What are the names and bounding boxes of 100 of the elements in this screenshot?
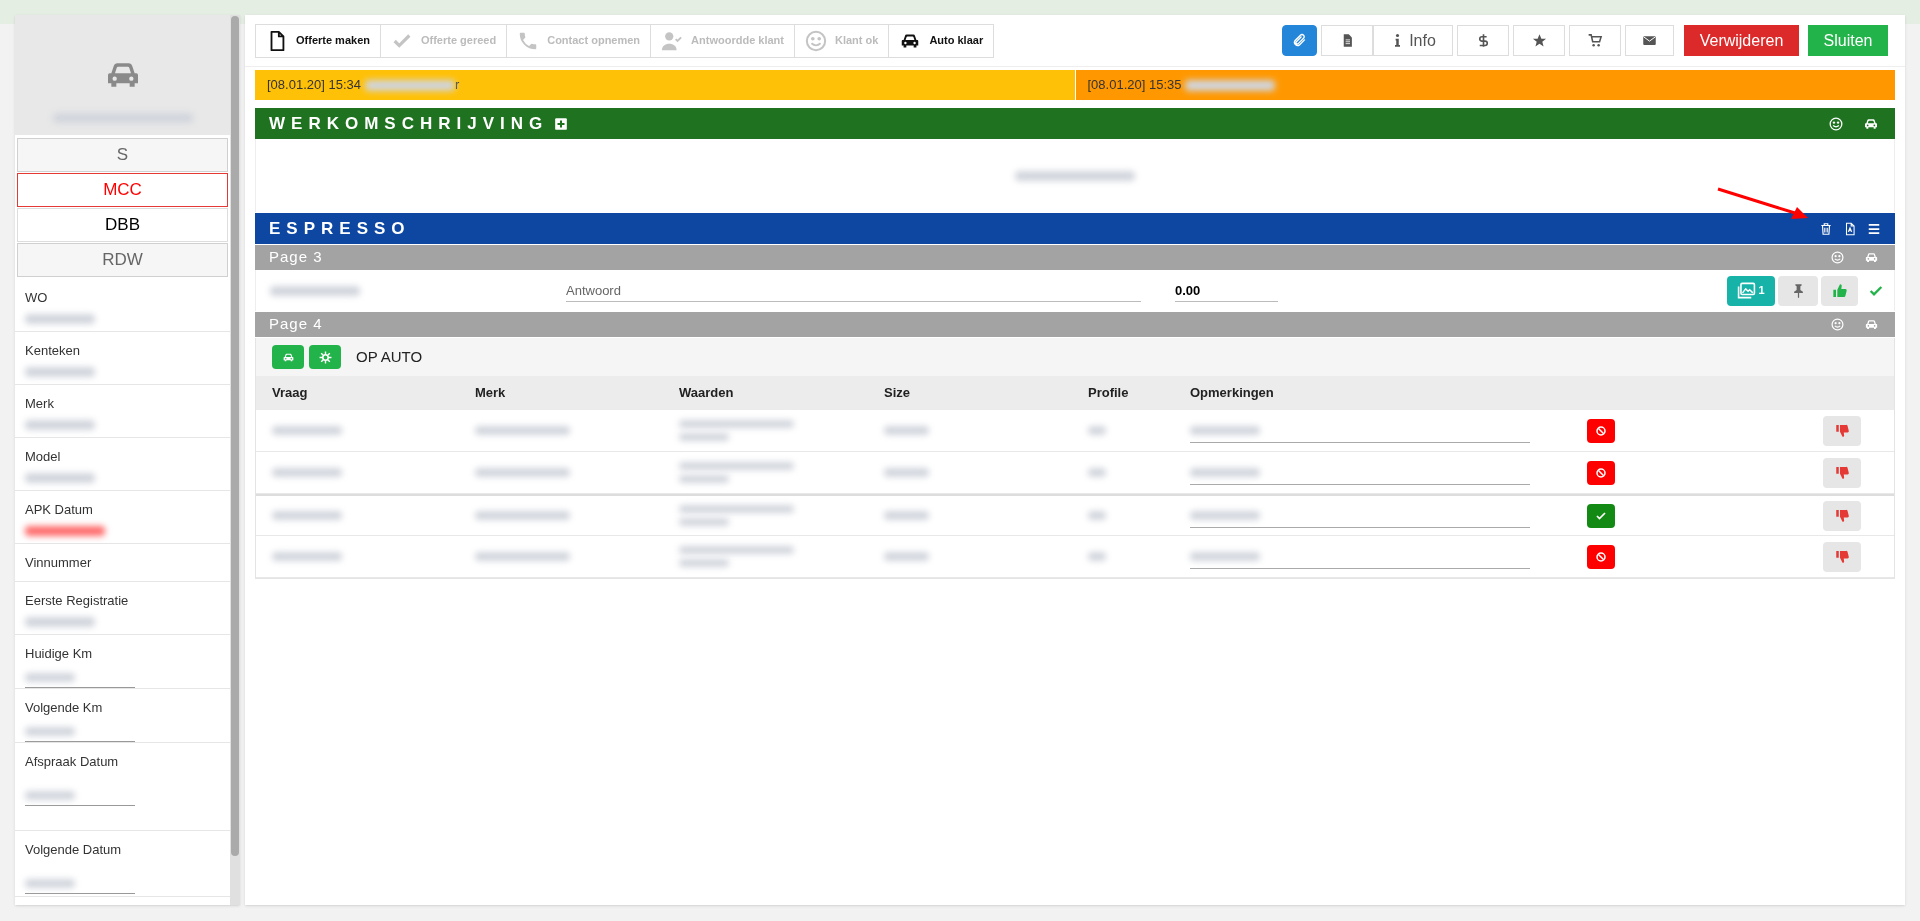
- sidebar-tab[interactable]: MCC: [17, 173, 228, 207]
- add-icon: [554, 116, 569, 131]
- sidebar-tab[interactable]: DBB: [17, 208, 228, 242]
- photos-button[interactable]: 1: [1727, 275, 1775, 306]
- blurred-text: [25, 313, 95, 324]
- status-button[interactable]: [1587, 418, 1615, 443]
- menu-icon: [1867, 221, 1881, 236]
- timestamp: [08.01.20] 15:35: [1087, 76, 1182, 95]
- blurred-text: [679, 433, 729, 441]
- status-button[interactable]: [1587, 460, 1615, 485]
- star-icon: [1531, 33, 1547, 48]
- price-button[interactable]: [1457, 25, 1509, 56]
- ban-icon: [1595, 466, 1607, 479]
- blurred-text: [884, 426, 929, 435]
- blurred-text: [25, 790, 75, 800]
- blurred-text: [1190, 467, 1260, 477]
- thumbs-down-icon: [1834, 508, 1850, 523]
- section-title: WERKOMSCHRIJVING: [269, 112, 549, 135]
- progress-step[interactable]: Auto klaar: [888, 24, 994, 57]
- blurred-text: [25, 726, 75, 736]
- mail-button[interactable]: [1625, 25, 1674, 56]
- close-button[interactable]: Sluiten: [1808, 25, 1888, 56]
- blurred-text: [1088, 426, 1106, 435]
- reject-button[interactable]: [1823, 415, 1861, 446]
- thumbs-down-icon: [1834, 549, 1850, 564]
- section-title: Page 3: [269, 247, 323, 268]
- blurred-text: [272, 552, 342, 561]
- smiley-icon: [1831, 251, 1844, 264]
- answer-field[interactable]: Antwoord: [566, 279, 1141, 302]
- cart-icon: [1587, 33, 1603, 48]
- blurred-text: [884, 552, 929, 561]
- blurred-text: [25, 616, 95, 627]
- vehicle-button[interactable]: [272, 345, 304, 369]
- field-label: Volgende Datum: [25, 841, 123, 859]
- status-button[interactable]: [1587, 503, 1615, 528]
- blurred-text: [679, 475, 729, 483]
- blurred-text: [25, 878, 75, 888]
- field-label: WO: [25, 289, 49, 307]
- field-label: Eerste Registratie: [25, 592, 130, 610]
- group-title: OP AUTO: [356, 346, 423, 367]
- timestamp: [08.01.20] 15:34: [267, 76, 361, 95]
- cart-button[interactable]: [1569, 25, 1621, 56]
- thumbs-up-icon: [1831, 282, 1848, 299]
- field-label: Kenteken: [25, 342, 81, 360]
- section-title: ESPRESSO: [269, 217, 411, 240]
- reject-button[interactable]: [1823, 500, 1861, 531]
- status-button[interactable]: [1587, 544, 1615, 569]
- field-label: APK Datum: [25, 501, 94, 519]
- blurred-text: [1088, 511, 1106, 520]
- ban-icon: [1595, 424, 1607, 437]
- car-icon: [1864, 317, 1879, 332]
- pdf-file-icon: [1843, 221, 1857, 236]
- smiley-icon: [805, 29, 827, 52]
- column-header: Vraag: [272, 384, 309, 403]
- thumbs-down-icon: [1834, 465, 1850, 480]
- blurred-text: [25, 472, 95, 483]
- blurred-text: [25, 419, 95, 430]
- blurred-text: [679, 518, 729, 526]
- blurred-text: [25, 672, 75, 682]
- blurred-text: [884, 511, 929, 520]
- document-button[interactable]: [1321, 25, 1373, 56]
- column-header: Size: [884, 384, 911, 403]
- trash-icon: [1819, 221, 1833, 236]
- column-header: Opmerkingen: [1190, 384, 1275, 403]
- info-button[interactable]: Info: [1373, 25, 1453, 56]
- field-label: Volgende Km: [25, 699, 104, 717]
- reject-button[interactable]: [1823, 541, 1861, 572]
- gear-icon: [318, 350, 332, 364]
- blurred-text: [272, 426, 342, 435]
- blurred-text: [1190, 425, 1260, 435]
- blurred-text: [272, 468, 342, 477]
- attach-button[interactable]: [1282, 25, 1317, 56]
- envelope-icon: [1642, 33, 1657, 48]
- progress-step[interactable]: Offerte maken: [256, 24, 380, 57]
- paperclip-icon: [1292, 33, 1307, 48]
- smiley-icon: [1829, 116, 1843, 131]
- reject-button[interactable]: [1823, 457, 1861, 488]
- smiley-icon: [1831, 318, 1844, 331]
- column-header: Profile: [1088, 384, 1130, 403]
- delete-button[interactable]: Verwijderen: [1684, 25, 1799, 56]
- field-label: Vinnummer: [25, 554, 93, 572]
- column-header: Waarden: [679, 384, 735, 403]
- thumbs-down-icon: [1834, 423, 1850, 438]
- pin-button[interactable]: [1778, 275, 1818, 306]
- amount-field[interactable]: 0.00: [1175, 279, 1278, 302]
- approve-button[interactable]: [1821, 275, 1858, 306]
- scrollbar-thumb[interactable]: [231, 16, 239, 856]
- field-label: Afspraak Datum: [25, 753, 120, 771]
- field-label: Merk: [25, 395, 55, 413]
- settings-button[interactable]: [309, 345, 341, 369]
- ban-icon: [1595, 550, 1607, 563]
- blurred-text: [1088, 468, 1106, 477]
- blurred-text: [679, 559, 729, 567]
- blurred-text: [25, 366, 95, 377]
- images-icon: [1737, 281, 1757, 300]
- user-check-icon: [661, 29, 684, 52]
- notification-text: r: [455, 76, 460, 95]
- favorite-button[interactable]: [1513, 25, 1565, 56]
- check-icon: [1595, 509, 1607, 522]
- section-title: Page 4: [269, 314, 323, 335]
